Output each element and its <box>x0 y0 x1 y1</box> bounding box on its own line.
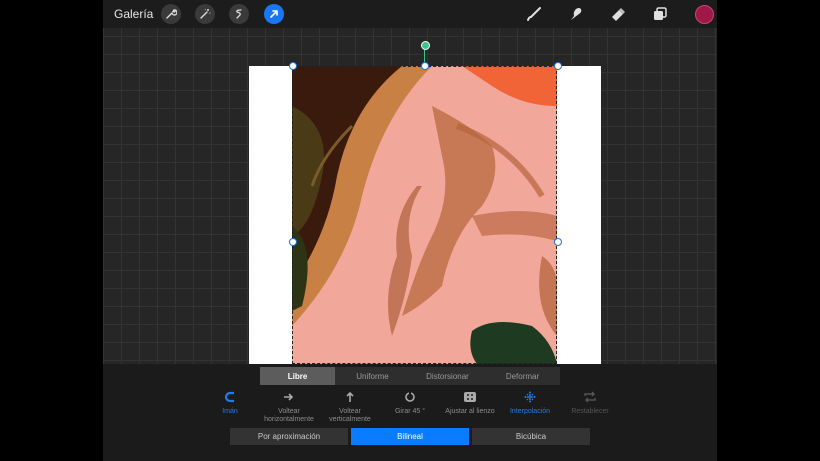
iman-label: Imán <box>222 408 238 415</box>
rotate-45-label: Girar 45 ° <box>394 408 426 415</box>
transform-toolbar: Libre Uniforme Distorsionar Deformar Imá… <box>103 364 717 461</box>
reset-label: Restablecer <box>571 408 609 415</box>
iman-option[interactable]: Imán <box>200 390 260 416</box>
interp-por-aproximacion[interactable]: Por aproximación <box>230 428 348 445</box>
mode-uniforme[interactable]: Uniforme <box>335 367 410 385</box>
fit-canvas-label: Ajustar al lienzo <box>445 408 495 415</box>
reset-icon <box>583 390 597 404</box>
flip-vertical-option[interactable]: Voltear verticalmente <box>320 390 380 424</box>
handle-top-left[interactable] <box>289 62 297 70</box>
flip-horizontal-label: Voltear horizontalmente <box>264 408 314 423</box>
interp-bicubica[interactable]: Bicúbica <box>472 428 590 445</box>
fit-canvas-option[interactable]: Ajustar al lienzo <box>440 390 500 416</box>
arrow-right-icon <box>283 390 295 404</box>
handle-middle-right[interactable] <box>554 238 562 246</box>
mode-libre[interactable]: Libre <box>260 367 335 385</box>
transform-arrow-icon[interactable] <box>264 4 284 24</box>
handle-middle-left[interactable] <box>289 238 297 246</box>
rotate-icon <box>404 390 416 404</box>
magnet-icon <box>224 390 236 404</box>
mode-distorsionar[interactable]: Distorsionar <box>410 367 485 385</box>
handle-top-middle[interactable] <box>421 62 429 70</box>
smudge-icon[interactable] <box>566 4 586 24</box>
interpolation-option[interactable]: Interpolación <box>500 390 560 416</box>
layers-icon[interactable] <box>650 4 670 24</box>
reset-option[interactable]: Restablecer <box>560 390 620 416</box>
brush-icon[interactable] <box>524 4 544 24</box>
wrench-icon[interactable] <box>161 4 181 24</box>
gallery-button[interactable]: Galería <box>114 7 153 21</box>
top-toolbar: Galería <box>103 0 717 28</box>
selection-icon[interactable] <box>229 4 249 24</box>
arrow-up-icon <box>344 390 356 404</box>
handle-top-right[interactable] <box>554 62 562 70</box>
magic-wand-icon[interactable] <box>195 4 215 24</box>
rotation-handle[interactable] <box>421 41 430 50</box>
flip-vertical-label: Voltear verticalmente <box>329 408 371 423</box>
flip-horizontal-option[interactable]: Voltear horizontalmente <box>259 390 319 424</box>
eraser-icon[interactable] <box>608 4 628 24</box>
color-swatch[interactable] <box>695 5 714 24</box>
fit-canvas-icon <box>463 390 477 404</box>
transform-selection-box[interactable] <box>292 66 557 364</box>
interpolation-grid-icon <box>524 390 536 404</box>
rotate-45-option[interactable]: Girar 45 ° <box>380 390 440 416</box>
interpolation-label: Interpolación <box>509 408 551 415</box>
interp-bilineal[interactable]: Bilineal <box>351 428 469 445</box>
mode-deformar[interactable]: Deformar <box>485 367 560 385</box>
